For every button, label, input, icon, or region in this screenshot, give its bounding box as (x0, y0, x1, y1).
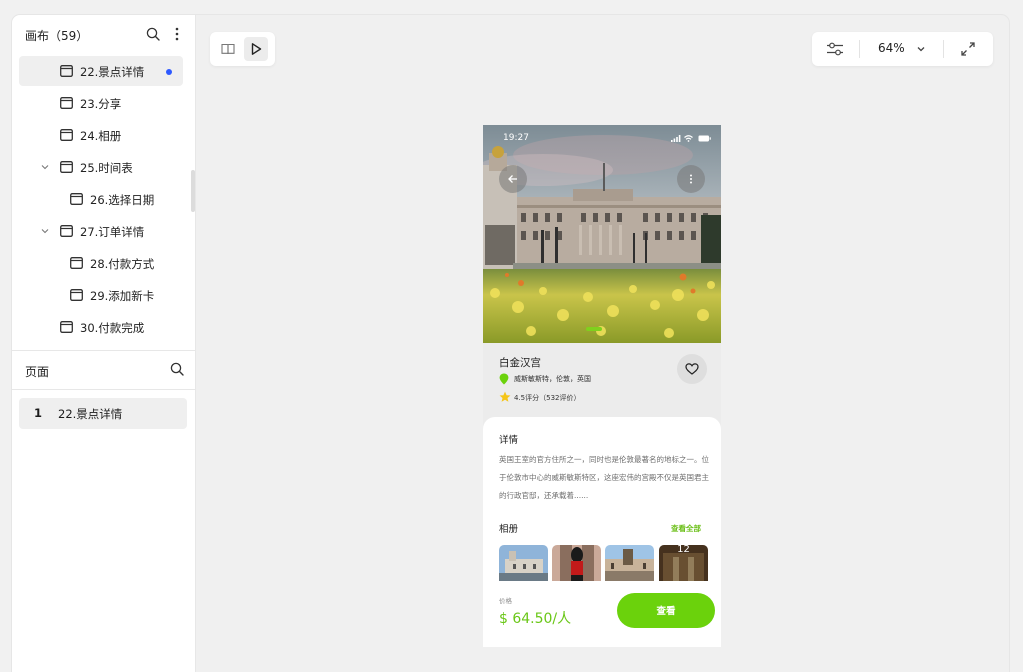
sliders-icon[interactable] (826, 41, 844, 57)
frame-icon (60, 97, 73, 109)
tree-item-28[interactable]: 28.付款方式 (19, 248, 183, 278)
status-bar: 19:27 (483, 125, 721, 153)
album-thumbnail[interactable] (605, 545, 654, 581)
status-time: 19:27 (503, 133, 529, 143)
tree-item-23[interactable]: 23.分享 (19, 88, 183, 118)
view-button[interactable]: 查看 (617, 593, 715, 628)
wifi-icon (684, 135, 693, 142)
tree-item-25[interactable]: 25.时间表 (19, 152, 183, 182)
tree-item-label: 29.添加新卡 (90, 289, 155, 303)
toolbar-separator (943, 40, 944, 58)
album-thumbnail[interactable] (499, 545, 548, 581)
palace-photo (483, 125, 721, 343)
star-icon (499, 391, 511, 402)
canvas-header: 画布（59） (12, 15, 195, 55)
tree-item-label: 23.分享 (80, 97, 122, 111)
place-info: 白金汉宫 威斯敏斯特，伦敦，英国 4.5评分（532评价） (483, 343, 721, 423)
search-icon[interactable] (170, 362, 184, 376)
play-icon (251, 43, 262, 55)
frame-icon (60, 65, 73, 77)
zoom-level[interactable]: 64% (878, 41, 905, 55)
sidebar: 画布（59） 22.景点详情 23.分享 24.相册 25.时间表 26.选择日… (12, 15, 196, 672)
tree-item-label: 30.付款完成 (80, 321, 145, 335)
tree-item-label: 28.付款方式 (90, 257, 155, 271)
page-label: 22.景点详情 (58, 407, 123, 421)
tree-item-30[interactable]: 30.付款完成 (19, 312, 183, 342)
tree-item-29[interactable]: 29.添加新卡 (19, 280, 183, 310)
chevron-down-icon[interactable] (41, 163, 49, 171)
tree-scrollbar[interactable] (191, 170, 195, 212)
location-pin-icon (499, 373, 509, 385)
divider (12, 350, 195, 351)
view-button-label: 查看 (656, 606, 676, 617)
page-item[interactable]: 1 22.景点详情 (19, 398, 187, 429)
album-thumbnail[interactable] (552, 545, 601, 581)
more-options-button[interactable] (677, 165, 705, 193)
pages-title: 页面 (25, 365, 50, 379)
price-value: $ 64.50/人 (499, 611, 572, 627)
frame-icon (70, 193, 83, 205)
signal-icon (671, 135, 681, 142)
hero-photo: 19:27 (483, 125, 721, 343)
battery-icon (698, 135, 711, 142)
details-card: 详情 英国王室的官方住所之一，同时也是伦敦最著名的地标之一。位于伦敦市中心的威斯… (483, 417, 721, 587)
frame-icon (60, 161, 73, 173)
favorite-button[interactable] (677, 354, 707, 384)
carousel-indicator (586, 327, 602, 331)
canvas-tree: 22.景点详情 23.分享 24.相册 25.时间表 26.选择日期 27.订单… (12, 55, 195, 350)
app-window: 画布（59） 22.景点详情 23.分享 24.相册 25.时间表 26.选择日… (12, 15, 1009, 672)
tree-item-label: 27.订单详情 (80, 225, 145, 239)
heart-icon (685, 363, 699, 375)
album-more-count: 12 (677, 545, 690, 555)
tree-item-label: 24.相册 (80, 129, 122, 143)
tree-item-label: 22.景点详情 (80, 65, 145, 79)
tree-item-26[interactable]: 26.选择日期 (19, 184, 183, 214)
fullscreen-icon[interactable] (960, 41, 976, 57)
rating-text: 4.5评分（532评价） (514, 394, 581, 402)
tree-item-24[interactable]: 24.相册 (19, 120, 183, 150)
canvas-title: 画布（59） (25, 29, 89, 43)
book-icon (221, 43, 235, 55)
album-more-thumbnail[interactable]: 12 (659, 545, 708, 581)
search-icon[interactable] (146, 27, 160, 41)
view-all-link[interactable]: 查看全部 (671, 523, 701, 534)
place-name: 白金汉宫 (499, 357, 541, 369)
album-heading: 相册 (499, 524, 519, 535)
modified-dot (166, 69, 172, 75)
frame-icon (60, 129, 73, 141)
divider (12, 389, 195, 390)
chevron-down-icon[interactable] (916, 44, 926, 54)
arrow-left-icon (508, 175, 517, 183)
preview-button[interactable] (244, 37, 268, 61)
frame-icon (60, 321, 73, 333)
booking-bar: 价格 $ 64.50/人 查看 (483, 581, 721, 647)
description-text: 英国王室的官方住所之一，同时也是伦敦最著名的地标之一。位于伦敦市中心的威斯敏斯特… (499, 455, 709, 500)
price-label: 价格 (499, 597, 512, 605)
tree-item-label: 25.时间表 (80, 161, 133, 175)
tree-item-27[interactable]: 27.订单详情 (19, 216, 183, 246)
docs-button[interactable] (216, 37, 240, 61)
view-toolbar (210, 32, 275, 66)
tree-item-22[interactable]: 22.景点详情 (19, 56, 183, 86)
more-icon[interactable] (172, 26, 182, 42)
zoom-toolbar: 64% (812, 32, 993, 66)
frame-icon (60, 225, 73, 237)
page-number: 1 (34, 406, 43, 420)
location-text: 威斯敏斯特，伦敦，英国 (514, 375, 591, 383)
more-vertical-icon (690, 174, 692, 184)
frame-icon (70, 257, 83, 269)
toolbar-separator (859, 40, 860, 58)
back-button[interactable] (499, 165, 527, 193)
frame-icon (70, 289, 83, 301)
details-heading: 详情 (499, 435, 519, 446)
tree-item-label: 26.选择日期 (90, 193, 155, 207)
chevron-down-icon[interactable] (41, 227, 49, 235)
phone-preview: 19:27 白金汉宫 威斯敏斯特，伦敦，英国 4.5评分（532评价） 详情 英… (483, 125, 721, 647)
